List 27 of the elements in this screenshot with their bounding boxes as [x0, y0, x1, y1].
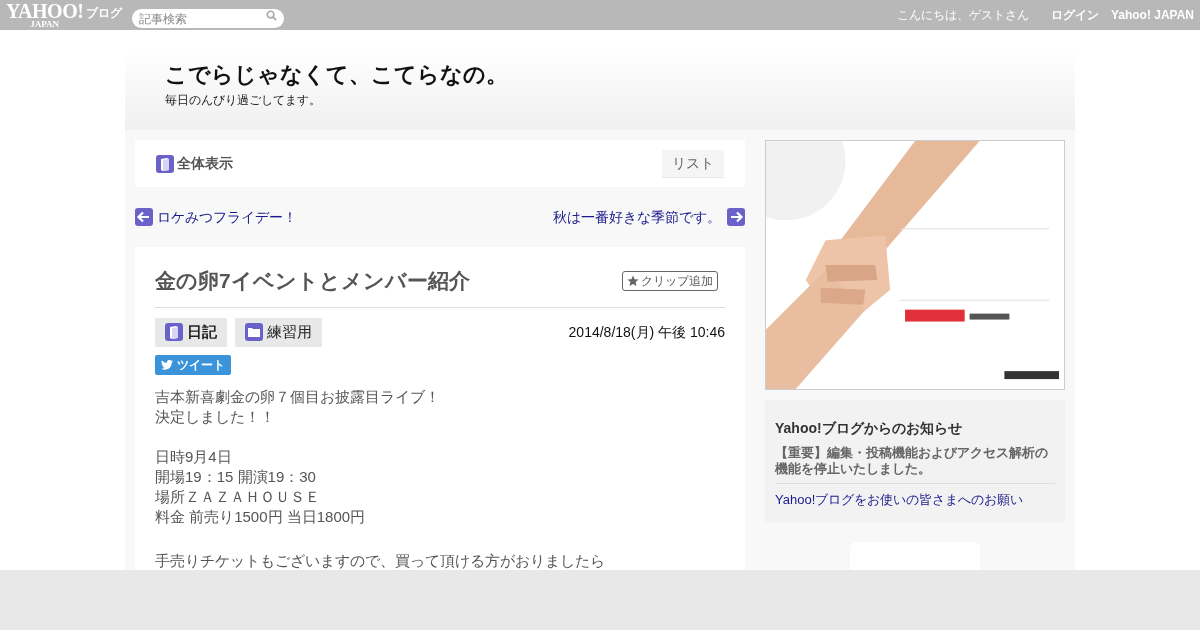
search-field[interactable]: 記事検索 [132, 9, 285, 28]
article-paragraph: 吉本新喜劇金の卵７個目お披露目ライブ！ 決定しました！！ [155, 386, 441, 427]
left-arrow-icon [135, 208, 153, 226]
notice-title: Yahoo!ブログからのお知らせ [775, 419, 963, 438]
search-icon[interactable] [266, 9, 278, 21]
blog-subtitle: 毎日のんびり過ごしてます。 [165, 92, 322, 109]
view-label[interactable]: 全体表示 [177, 153, 233, 174]
clip-button[interactable]: クリップ追加 [622, 270, 718, 291]
article-title: 金の卵7イベントとメンバー紹介 [155, 268, 470, 294]
category-tag[interactable]: 日記 [155, 317, 227, 347]
list-button[interactable]: リスト [662, 149, 724, 178]
article-paragraph: 手売りチケットもございますので、買って頂ける方がおりましたら [155, 550, 606, 571]
folder-icon [245, 323, 263, 341]
book-icon [156, 154, 174, 173]
article-paragraph: 日時9月4日 開場19：15 開演19：30 場所ＺＡＺＡＨＯＵＳＥ 料金 前売り1500円 当日1800円 [155, 446, 367, 527]
bird-icon [161, 359, 173, 370]
category-tag[interactable]: 練習用 [235, 317, 322, 347]
book-icon [165, 323, 183, 341]
post-date: 2014/8/18(月) 午後 10:46 [568, 322, 725, 342]
blog-title[interactable]: こでらじゃなくて、こてらなの。 [165, 60, 1075, 90]
previous-post-link[interactable]: ロケみつフライデー！ [157, 206, 297, 228]
greeting-text: こんにちは、ゲストさん [896, 7, 1029, 24]
right-arrow-icon [727, 208, 745, 226]
star-icon [627, 274, 639, 287]
next-post-link[interactable]: 秋は一番好きな季節です。 [553, 206, 721, 228]
notice-item[interactable]: 【重要】編集・投稿機能およびアクセス解析の機能を停止いたしました。 [775, 445, 1055, 484]
notice-link[interactable]: Yahoo!ブログをお使いの皆さまへのお願い [775, 490, 1055, 510]
